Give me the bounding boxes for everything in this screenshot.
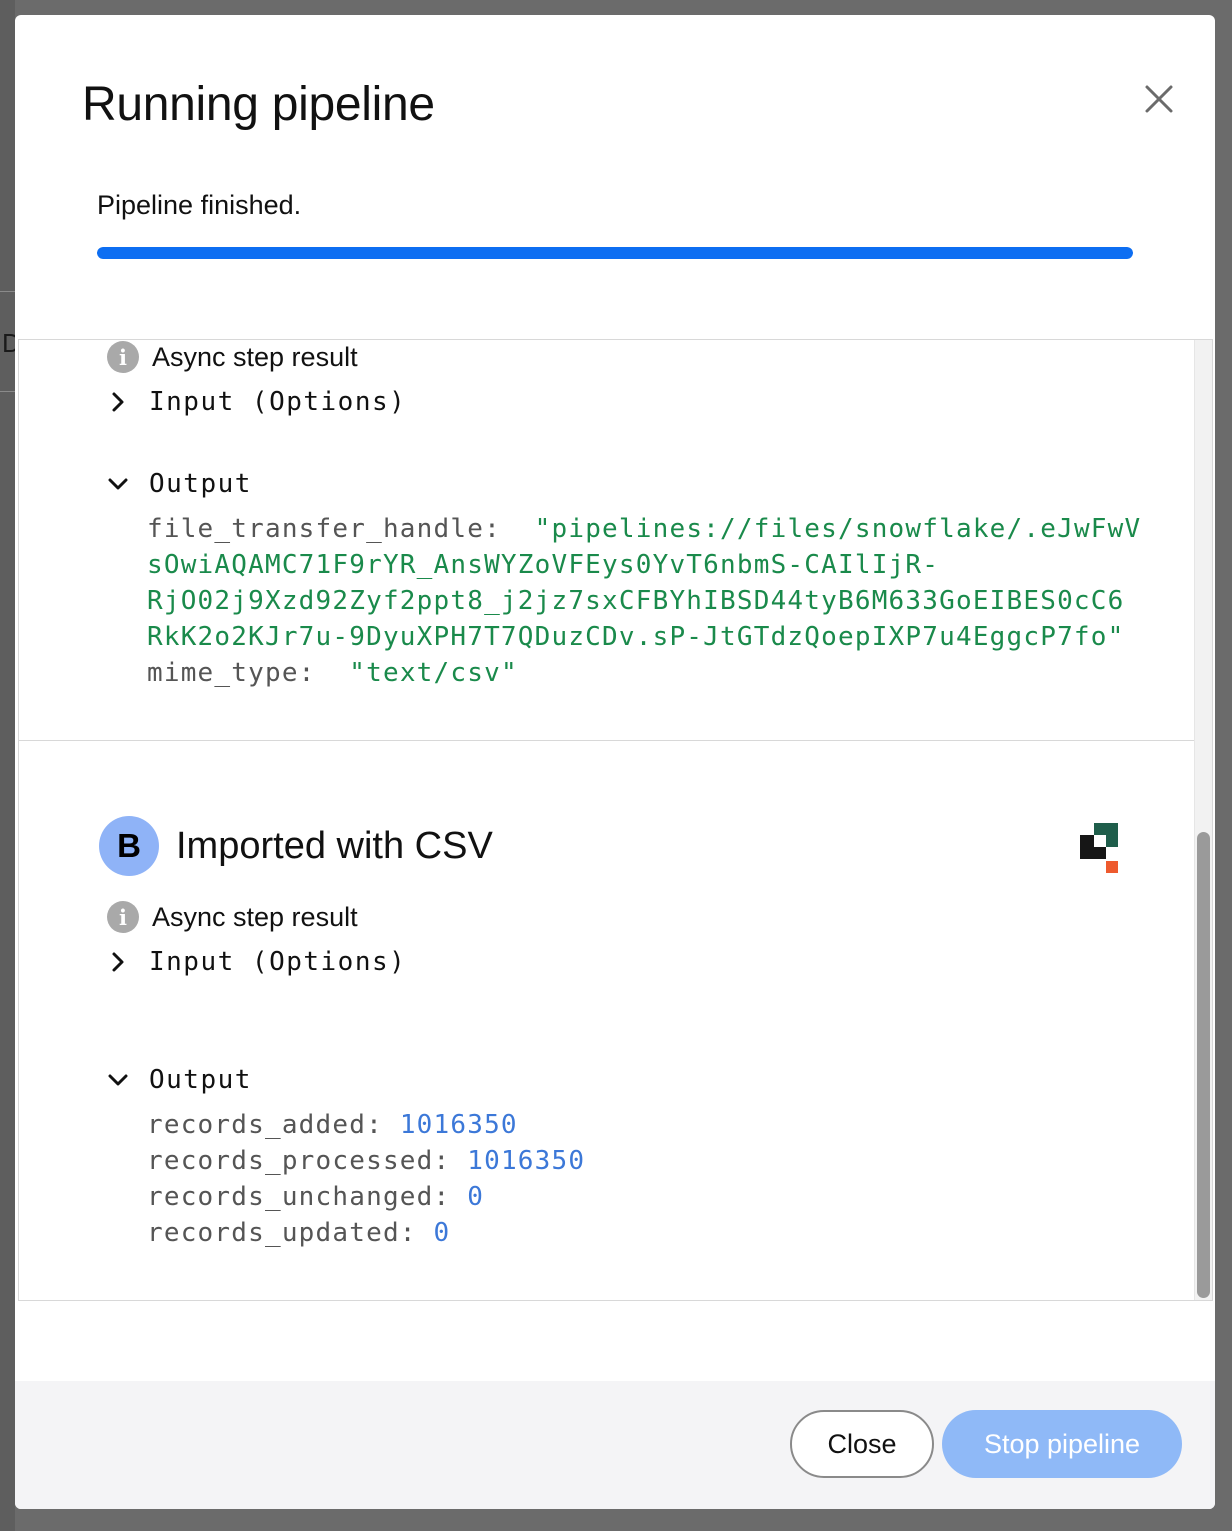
backdrop-divider [0, 391, 15, 392]
output-value: 1016350 [467, 1146, 586, 1176]
input-options-label: Input (Options) [149, 947, 407, 977]
output-value: 0 [467, 1182, 485, 1212]
running-pipeline-modal: Running pipeline Pipeline finished. i As… [15, 15, 1215, 1509]
info-icon: i [107, 901, 139, 933]
output-key: records_added: [147, 1110, 383, 1140]
output-label: Output [149, 1065, 252, 1095]
csv-connector-logo-icon [1080, 823, 1118, 873]
output-key: records_processed: [147, 1146, 451, 1176]
output-values: records_added: 1016350 records_processed… [147, 1107, 585, 1251]
close-icon[interactable] [1143, 83, 1175, 115]
async-step-result: i Async step result [107, 901, 358, 933]
chevron-right-icon [112, 952, 124, 972]
step-title: Imported with CSV [176, 824, 493, 867]
output-value: 1016350 [399, 1110, 518, 1140]
output-value: RkK2o2KJr7u-9DyuXPH7T7QDuzCDv.sP-JtGTdzQ… [147, 622, 1125, 652]
output-toggle[interactable]: Output [105, 469, 252, 499]
output-key: file_transfer_handle: [147, 514, 501, 544]
close-button[interactable]: Close [790, 1410, 934, 1478]
async-step-result-label: Async step result [152, 901, 358, 932]
chevron-down-icon [108, 1074, 128, 1086]
output-key: mime_type: [147, 658, 316, 688]
step-header: B Imported with CSV [99, 816, 493, 876]
step-results-panel[interactable]: i Async step result Input (Options) Outp… [18, 339, 1213, 1301]
output-key: records_updated: [147, 1218, 417, 1248]
section-divider [19, 740, 1194, 741]
progress-bar-fill [97, 247, 1133, 259]
stop-pipeline-button[interactable]: Stop pipeline [942, 1410, 1182, 1478]
output-values: file_transfer_handle: "pipelines://files… [147, 511, 1141, 691]
info-icon: i [107, 341, 139, 373]
progress-bar [97, 247, 1133, 259]
async-step-result: i Async step result [107, 341, 358, 373]
output-value: "pipelines://files/snowflake/.eJwFwV [534, 514, 1142, 544]
scrollbar-thumb[interactable] [1197, 832, 1210, 1298]
backdrop [0, 0, 15, 1531]
output-value: RjO02j9Xzd92Zyf2ppt8_j2jz7sxCFBYhIBSD44t… [147, 586, 1125, 616]
modal-title: Running pipeline [82, 78, 435, 131]
modal-footer: Close Stop pipeline [15, 1381, 1215, 1509]
output-value: "text/csv" [349, 658, 518, 688]
backdrop-divider [0, 291, 15, 292]
chevron-down-icon [108, 478, 128, 490]
output-key: records_unchanged: [147, 1182, 451, 1212]
async-step-result-label: Async step result [152, 341, 358, 372]
output-value: 0 [433, 1218, 451, 1248]
step-badge: B [99, 816, 159, 876]
chevron-right-icon [112, 392, 124, 412]
input-options-toggle[interactable]: Input (Options) [105, 947, 406, 977]
input-options-toggle[interactable]: Input (Options) [105, 387, 406, 417]
input-options-label: Input (Options) [149, 387, 407, 417]
pipeline-status: Pipeline finished. [97, 190, 302, 220]
output-toggle[interactable]: Output [105, 1065, 252, 1095]
output-label: Output [149, 469, 252, 499]
output-value: sOwiAQAMC71F9rYR_AnsWYZoVFEys0YvT6nbmS-C… [147, 550, 940, 580]
